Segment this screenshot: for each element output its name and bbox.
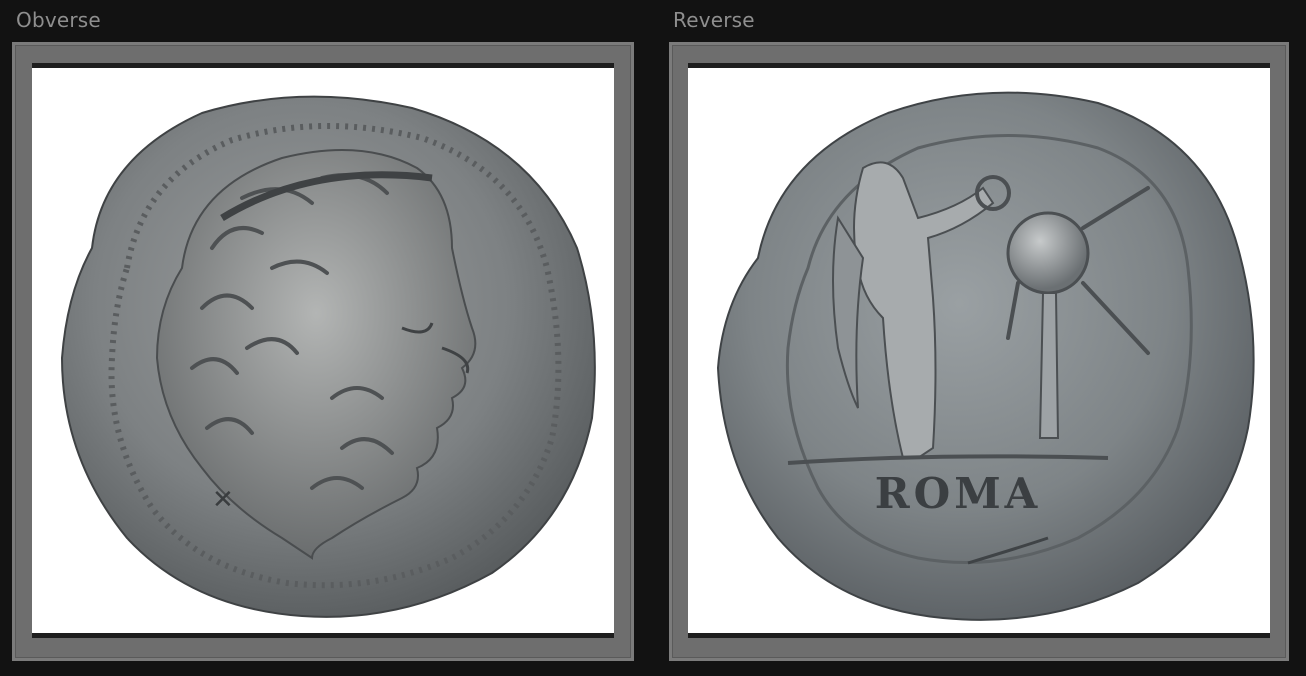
reverse-image[interactable]: ROMA <box>688 63 1270 638</box>
coin-reverse-image: ROMA <box>716 91 1255 621</box>
coin-obverse-image: ✕ <box>60 95 596 618</box>
svg-text:✕: ✕ <box>212 485 234 515</box>
obverse-image[interactable]: ✕ <box>32 63 614 638</box>
reverse-panel: Reverse ROMA <box>669 0 1291 676</box>
reverse-label: Reverse <box>673 8 755 32</box>
obverse-frame: ✕ <box>12 42 634 661</box>
roma-legend: ROMA <box>875 469 1042 518</box>
reverse-frame: ROMA <box>669 42 1289 661</box>
obverse-panel: Obverse ✕ <box>12 0 634 676</box>
obverse-label: Obverse <box>16 8 101 32</box>
coin-viewer: Obverse ✕ Reverse ROMA <box>0 0 1306 676</box>
